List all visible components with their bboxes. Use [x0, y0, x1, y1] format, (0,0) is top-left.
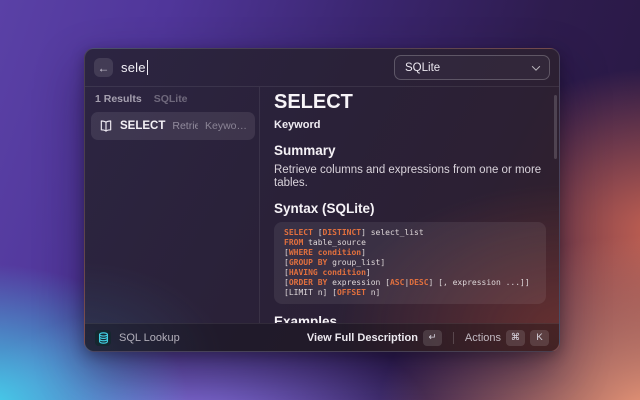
list-item-subtitle: Retrieve colu… [172, 120, 198, 132]
search-query-text: sele [121, 60, 146, 75]
return-key-icon: ↵ [423, 330, 442, 346]
search-input[interactable]: sele [121, 60, 386, 75]
code-line: [GROUP BY group_list] [284, 258, 536, 268]
code-line: [ORDER BY expression [ASC|DESC] [, expre… [284, 278, 536, 288]
list-item-accessory: Keywo… [205, 120, 247, 132]
launcher-window: ← sele SQLite 1 Results SQLite SELECT Re [84, 48, 560, 352]
view-full-description-button[interactable]: View Full Description ↵ [307, 330, 442, 346]
text-cursor [147, 60, 149, 75]
app-chip: SQL Lookup [95, 330, 180, 346]
detail-panel: SELECT Keyword Summary Retrieve columns … [260, 87, 559, 323]
syntax-code: SELECT [DISTINCT] select_listFROM table_… [274, 222, 546, 304]
actions-label: Actions [465, 332, 501, 344]
summary-body: Retrieve columns and expressions from on… [274, 164, 546, 190]
main-content: 1 Results SQLite SELECT Retrieve colu… K… [85, 87, 559, 323]
language-dropdown-value: SQLite [405, 62, 440, 74]
view-full-description-label: View Full Description [307, 332, 418, 344]
results-section-label: SQLite [154, 93, 188, 105]
k-key-icon: K [530, 330, 549, 346]
open-book-icon [99, 119, 113, 133]
list-item-title: SELECT [120, 120, 165, 132]
code-line: [LIMIT n] [OFFSET n] [284, 288, 536, 298]
detail-title: SELECT [274, 91, 546, 113]
database-icon [95, 330, 111, 346]
code-line: [HAVING condition] [284, 268, 536, 278]
detail-type-label: Keyword [274, 119, 546, 131]
code-line: SELECT [DISTINCT] select_list [284, 228, 536, 238]
search-bar: ← sele SQLite [85, 49, 559, 87]
app-name: SQL Lookup [119, 332, 180, 344]
language-dropdown[interactable]: SQLite [394, 55, 550, 80]
code-line: [WHERE condition] [284, 248, 536, 258]
detail-scrollbar-thumb[interactable] [554, 95, 557, 159]
back-arrow-icon: ← [98, 61, 110, 75]
examples-heading: Examples [274, 314, 546, 323]
results-header: 1 Results SQLite [91, 91, 255, 108]
code-line: FROM table_source [284, 238, 536, 248]
list-item-select[interactable]: SELECT Retrieve colu… Keywo… [91, 112, 255, 140]
command-key-icon: ⌘ [506, 330, 525, 346]
syntax-heading: Syntax (SQLite) [274, 201, 546, 216]
summary-heading: Summary [274, 143, 546, 158]
footer-bar: SQL Lookup View Full Description ↵ Actio… [85, 323, 559, 351]
results-count: 1 Results [95, 93, 142, 105]
footer-divider [453, 332, 454, 344]
chevron-down-icon [532, 62, 540, 70]
back-button[interactable]: ← [94, 58, 113, 77]
actions-button[interactable]: Actions ⌘ K [465, 330, 549, 346]
results-sidebar: 1 Results SQLite SELECT Retrieve colu… K… [85, 87, 260, 323]
